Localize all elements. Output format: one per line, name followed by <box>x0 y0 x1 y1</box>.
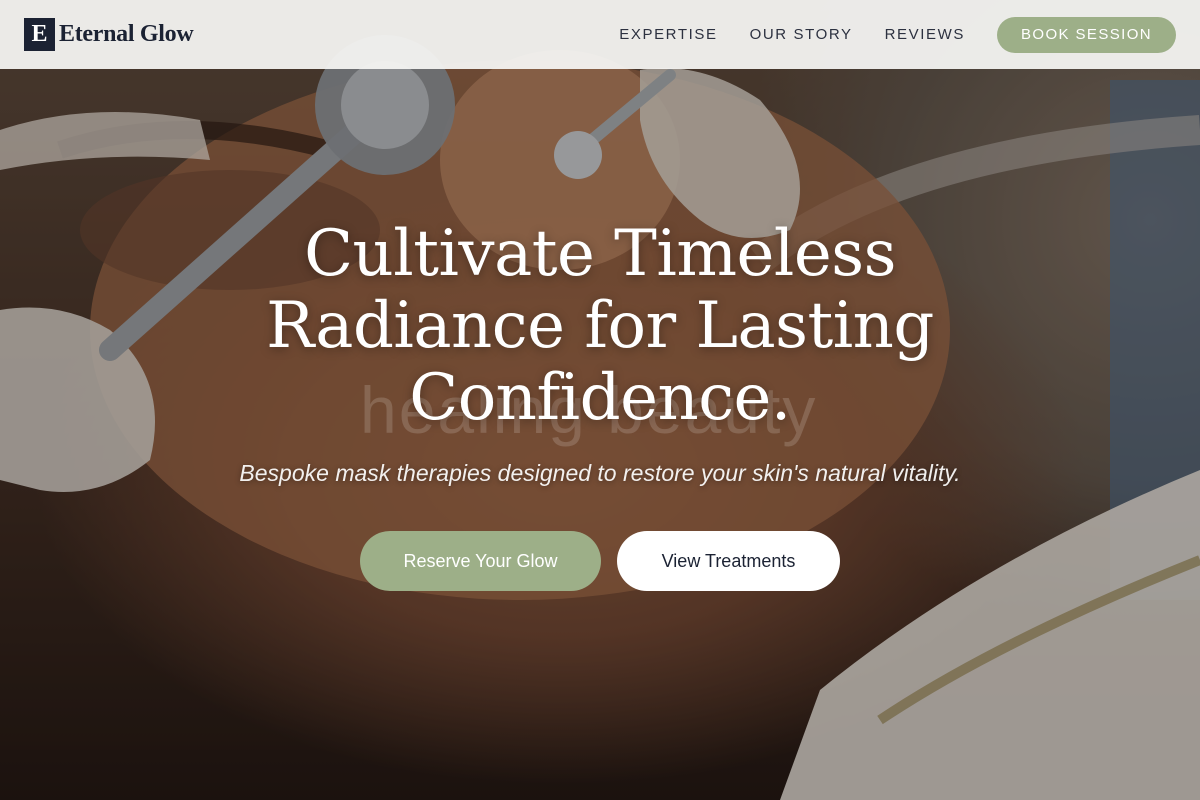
brand-logo[interactable]: E Eternal Glow <box>24 18 194 51</box>
site-header: E Eternal Glow EXPERTISE OUR STORY REVIE… <box>0 0 1200 69</box>
book-session-button[interactable]: BOOK SESSION <box>997 16 1176 53</box>
headline-line-2: Radiance for Lasting <box>266 289 934 363</box>
hero-headline: Cultivate Timeless Radiance for Lasting … <box>0 218 1200 434</box>
headline-line-1: Cultivate Timeless <box>304 217 896 291</box>
headline-line-3: Confidence. <box>409 361 791 435</box>
nav-link-reviews[interactable]: REVIEWS <box>885 26 965 43</box>
nav-link-expertise[interactable]: EXPERTISE <box>619 26 717 43</box>
brand-name: Eternal Glow <box>59 21 194 47</box>
hero-actions: Reserve Your Glow View Treatments <box>0 531 1200 591</box>
view-treatments-button[interactable]: View Treatments <box>617 531 840 591</box>
hero-subheadline: Bespoke mask therapies designed to resto… <box>239 460 961 486</box>
nav-link-our-story[interactable]: OUR STORY <box>750 26 853 43</box>
brand-mark-icon: E <box>24 18 55 51</box>
reserve-your-glow-button[interactable]: Reserve Your Glow <box>360 531 601 591</box>
main-nav: EXPERTISE OUR STORY REVIEWS BOOK SESSION <box>587 16 1176 53</box>
hero-content: Cultivate Timeless Radiance for Lasting … <box>0 218 1200 591</box>
